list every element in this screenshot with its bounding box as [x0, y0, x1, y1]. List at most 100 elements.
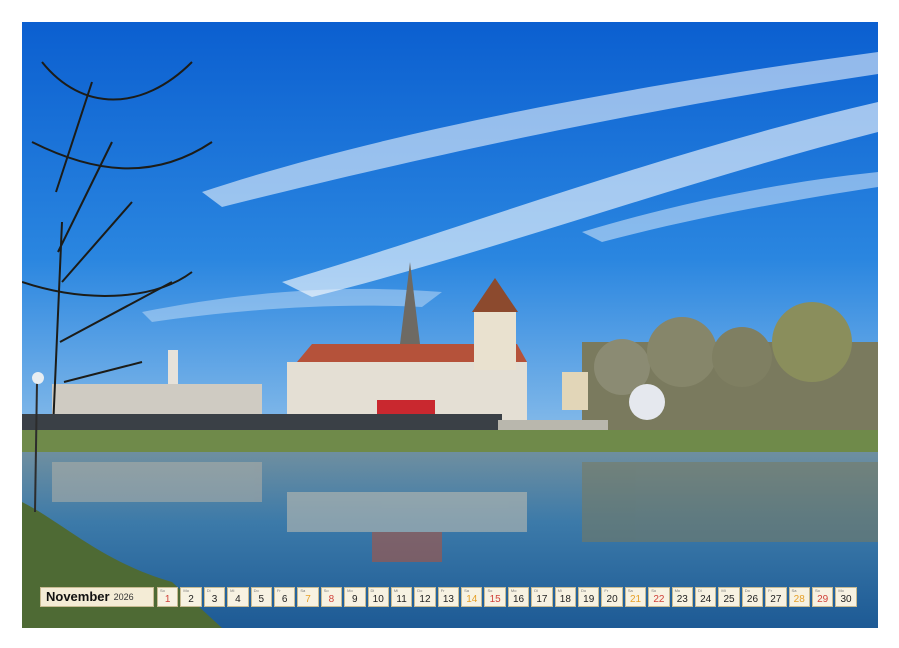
- day-weekday: Mi: [230, 587, 235, 593]
- day-cell: Di 3: [203, 586, 226, 607]
- day-weekday: Mo: [347, 587, 353, 593]
- riverbank: [22, 430, 878, 452]
- day-cell: Sa 7: [297, 586, 319, 607]
- day-number: 28: [793, 593, 805, 605]
- day-number: 19: [583, 593, 595, 605]
- day-number: 29: [817, 593, 829, 605]
- day-weekday: Mo: [510, 587, 517, 593]
- day-number: 3: [211, 593, 218, 605]
- day-weekday: Mo: [183, 587, 189, 593]
- day-cell: Sa 28: [788, 586, 810, 607]
- day-number: 13: [442, 593, 454, 605]
- day-cell: Mo 30: [835, 586, 857, 607]
- day-number: 4: [235, 593, 241, 605]
- day-cell: Do 19: [578, 586, 600, 607]
- day-number: 14: [466, 593, 478, 605]
- day-weekday: Do: [744, 587, 750, 593]
- day-weekday: Sa: [464, 587, 469, 593]
- day-cell: Fr 20: [601, 586, 623, 607]
- month-name: November: [46, 589, 110, 604]
- day-number: 24: [700, 593, 712, 605]
- day-weekday: Fr: [440, 587, 445, 593]
- day-number: 21: [629, 593, 642, 605]
- day-cell: Mi 4: [227, 586, 249, 607]
- day-number: 10: [372, 593, 384, 605]
- day-cells: So 1 Mo 2 Di 3 Mi 4 Do 5 Fr 6 Sa 7 So 8 Mo 9 Di 10 Mi 11 Do 12 F…: [157, 586, 857, 607]
- day-cell: Di 17: [531, 586, 553, 607]
- day-weekday: Di: [534, 587, 539, 593]
- day-number: 9: [352, 593, 358, 605]
- day-number: 16: [512, 593, 525, 605]
- day-weekday: Do: [581, 587, 587, 593]
- day-number: 15: [489, 593, 501, 605]
- day-number: 27: [770, 593, 782, 605]
- day-number: 6: [281, 593, 288, 605]
- day-cell: Fr 6: [273, 586, 296, 607]
- day-weekday: Sa: [300, 587, 306, 593]
- calendar-photo: [22, 22, 878, 628]
- calendar-strip: November 2026 So 1 Mo 2 Di 3 Mi 4 Do 5 Fr 6 Sa 7 So 8 Mo…: [40, 586, 860, 607]
- day-weekday: Mi: [393, 587, 399, 593]
- day-weekday: So: [160, 587, 165, 593]
- day-number: 1: [164, 593, 171, 605]
- day-weekday: So: [814, 587, 820, 593]
- day-number: 17: [536, 593, 548, 605]
- day-cell: Fr 13: [437, 586, 460, 607]
- day-number: 5: [258, 593, 265, 605]
- day-weekday: Do: [253, 587, 259, 593]
- day-weekday: Mo: [674, 587, 681, 593]
- day-cell: Mo 2: [180, 586, 202, 607]
- bridge: [22, 414, 502, 430]
- day-number: 22: [653, 593, 665, 605]
- day-weekday: So: [323, 587, 329, 593]
- day-cell: Di 10: [367, 586, 389, 607]
- day-number: 7: [305, 593, 311, 605]
- day-number: 2: [188, 593, 194, 605]
- day-cell: Mi 18: [554, 586, 577, 607]
- day-cell: Do 26: [741, 586, 764, 607]
- day-cell: Mo 9: [344, 586, 366, 607]
- day-number: 25: [723, 593, 735, 605]
- day-weekday: Di: [206, 587, 211, 593]
- day-weekday: Do: [417, 587, 423, 593]
- day-cell: So 8: [320, 586, 343, 607]
- day-cell: Mo 16: [507, 586, 530, 607]
- day-cell: So 1: [157, 586, 179, 607]
- day-cell: Fr 27: [765, 586, 787, 607]
- day-weekday: So: [651, 587, 657, 593]
- day-cell: So 22: [648, 586, 670, 607]
- day-cell: So 15: [484, 586, 506, 607]
- day-cell: Mi 25: [718, 586, 740, 607]
- day-weekday: Di: [370, 587, 375, 593]
- day-weekday: Sa: [791, 587, 797, 593]
- month-label: November 2026: [40, 586, 154, 607]
- day-weekday: Fr: [276, 587, 281, 593]
- day-weekday: Fr: [768, 587, 772, 593]
- day-cell: Sa 14: [461, 586, 483, 607]
- day-cell: Do 5: [250, 586, 272, 607]
- day-number: 30: [840, 593, 852, 605]
- day-number: 20: [606, 593, 618, 605]
- month-year: 2026: [113, 591, 134, 602]
- day-weekday: Mi: [721, 587, 726, 593]
- day-weekday: So: [487, 587, 493, 593]
- day-weekday: Mi: [557, 587, 562, 593]
- day-cell: Sa 21: [624, 586, 647, 607]
- day-cell: Mo 23: [671, 586, 693, 607]
- day-weekday: Mo: [838, 587, 844, 593]
- day-cell: So 29: [811, 586, 834, 607]
- day-cell: Mi 11: [390, 586, 413, 607]
- lamp-globe: [32, 372, 44, 384]
- river-city-scene: [22, 22, 878, 628]
- day-cell: Do 12: [414, 586, 436, 607]
- day-number: 11: [396, 593, 407, 605]
- day-number: 26: [746, 593, 759, 605]
- day-number: 12: [419, 593, 431, 605]
- day-weekday: Sa: [627, 587, 633, 593]
- day-number: 23: [676, 593, 688, 605]
- day-number: 8: [328, 593, 335, 605]
- day-weekday: Fr: [604, 587, 609, 593]
- day-cell: Di 24: [694, 586, 717, 607]
- day-weekday: Di: [697, 587, 702, 593]
- day-number: 18: [559, 593, 571, 605]
